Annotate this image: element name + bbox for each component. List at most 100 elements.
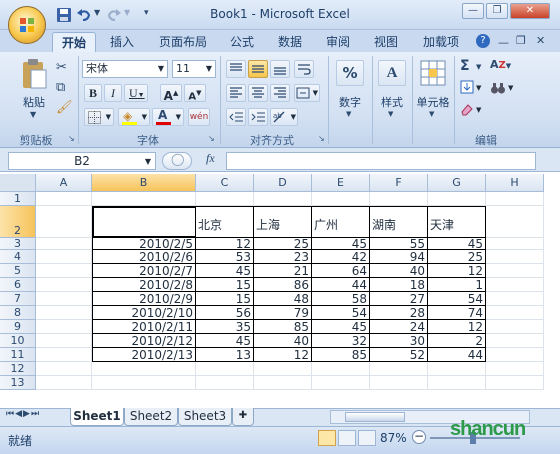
date-cell[interactable]: 2010/2/13	[92, 348, 196, 362]
value-cell[interactable]: 2	[428, 334, 486, 348]
shrink-font-button[interactable]: A▼	[184, 84, 206, 102]
tab-data[interactable]: 数据	[272, 32, 308, 52]
value-cell[interactable]: 13	[196, 348, 254, 362]
empty-cell[interactable]	[486, 278, 544, 292]
value-cell[interactable]: 15	[196, 292, 254, 306]
name-box[interactable]: B2 ▼	[8, 152, 156, 170]
value-cell[interactable]: 54	[312, 306, 370, 320]
tab-addins[interactable]: 加载项	[416, 32, 466, 52]
cut-icon[interactable]: ✂	[56, 60, 67, 75]
empty-cell[interactable]	[92, 376, 196, 390]
row-header-7[interactable]: 7	[0, 292, 36, 306]
empty-cell[interactable]	[36, 292, 92, 306]
value-cell[interactable]: 45	[312, 320, 370, 334]
value-cell[interactable]: 44	[312, 278, 370, 292]
value-cell[interactable]: 23	[254, 250, 312, 264]
value-cell[interactable]: 58	[312, 292, 370, 306]
date-cell[interactable]: 2010/2/6	[92, 250, 196, 264]
row-header-4[interactable]: 4	[0, 250, 36, 264]
selected-cell-b2[interactable]	[92, 206, 196, 238]
font-name-combo[interactable]: 宋体 ▼	[82, 60, 168, 78]
value-cell[interactable]: 42	[312, 250, 370, 264]
value-cell[interactable]: 52	[370, 348, 428, 362]
value-cell[interactable]: 45	[428, 238, 486, 250]
zoom-level[interactable]: 87%	[380, 431, 407, 445]
empty-cell[interactable]	[428, 192, 486, 206]
sort-filter-button[interactable]: AZ▼	[490, 58, 520, 76]
sheet-nav-icons[interactable]: ⏮◀▶⏭	[6, 409, 40, 419]
insert-sheet-icon[interactable]: ✚	[232, 408, 254, 426]
bold-button[interactable]: B	[84, 84, 102, 102]
phonetic-button[interactable]: wén	[188, 108, 210, 126]
empty-cell[interactable]	[254, 192, 312, 206]
value-cell[interactable]: 40	[370, 264, 428, 278]
empty-cell[interactable]	[486, 348, 544, 362]
empty-cell[interactable]	[486, 264, 544, 278]
value-cell[interactable]: 40	[254, 334, 312, 348]
row-header-12[interactable]: 12	[0, 362, 36, 376]
scroll-thumb[interactable]	[345, 412, 405, 422]
column-header-e[interactable]: E	[312, 174, 370, 192]
align-bottom-button[interactable]	[270, 60, 290, 78]
sheet-tab-sheet1[interactable]: Sheet1	[70, 408, 124, 426]
insert-function-button[interactable]: fx	[206, 151, 215, 166]
empty-cell[interactable]	[36, 376, 92, 390]
column-header-g[interactable]: G	[428, 174, 486, 192]
date-cell[interactable]: 2010/2/11	[92, 320, 196, 334]
find-select-button[interactable]: ▼	[490, 80, 520, 98]
font-launcher-icon[interactable]: ↘	[208, 134, 215, 143]
alignment-launcher-icon[interactable]: ↘	[318, 134, 325, 143]
tab-insert[interactable]: 插入	[104, 32, 140, 52]
close-button[interactable]: ✕	[510, 3, 550, 19]
empty-cell[interactable]	[196, 192, 254, 206]
decrease-indent-button[interactable]	[226, 108, 246, 126]
row-header-11[interactable]: 11	[0, 348, 36, 362]
row-header-5[interactable]: 5	[0, 264, 36, 278]
column-header-h[interactable]: H	[486, 174, 544, 192]
row-header-6[interactable]: 6	[0, 278, 36, 292]
empty-cell[interactable]	[486, 292, 544, 306]
empty-cell[interactable]	[36, 348, 92, 362]
value-cell[interactable]: 55	[370, 238, 428, 250]
fill-color-button[interactable]: ◈ ▼	[118, 108, 150, 126]
empty-cell[interactable]	[486, 334, 544, 348]
value-cell[interactable]: 28	[370, 306, 428, 320]
empty-cell[interactable]	[36, 362, 92, 376]
value-cell[interactable]: 53	[196, 250, 254, 264]
tab-formulas[interactable]: 公式	[224, 32, 260, 52]
empty-cell[interactable]	[486, 320, 544, 334]
empty-cell[interactable]	[36, 192, 92, 206]
ribbon-close-icon[interactable]: ✕	[536, 34, 545, 47]
row-header-8[interactable]: 8	[0, 306, 36, 320]
header-cell[interactable]: 天津	[428, 206, 486, 238]
paste-button[interactable]: 粘贴 ▼	[16, 58, 52, 120]
value-cell[interactable]: 12	[428, 264, 486, 278]
tab-review[interactable]: 审阅	[320, 32, 356, 52]
align-center-button[interactable]	[248, 84, 268, 102]
row-header-13[interactable]: 13	[0, 376, 36, 390]
number-format-button[interactable]: % 数字 ▼	[332, 58, 368, 128]
merge-center-button[interactable]: ▼	[294, 84, 320, 102]
wrap-text-button[interactable]	[294, 60, 314, 78]
value-cell[interactable]: 86	[254, 278, 312, 292]
normal-view-icon[interactable]	[318, 430, 336, 446]
maximize-button[interactable]: ❐	[486, 3, 508, 19]
font-size-combo[interactable]: 11 ▼	[172, 60, 216, 78]
value-cell[interactable]: 35	[196, 320, 254, 334]
cells-button[interactable]: 单元格 ▼	[414, 58, 452, 128]
tab-view[interactable]: 视图	[368, 32, 404, 52]
empty-cell[interactable]	[36, 250, 92, 264]
empty-cell[interactable]	[486, 250, 544, 264]
empty-cell[interactable]	[36, 320, 92, 334]
empty-cell[interactable]	[92, 362, 196, 376]
value-cell[interactable]: 27	[370, 292, 428, 306]
value-cell[interactable]: 74	[428, 306, 486, 320]
ribbon-restore-icon[interactable]: ❐	[516, 34, 526, 47]
empty-cell[interactable]	[36, 238, 92, 250]
spreadsheet-grid[interactable]: ABCDEFGH 1 2 3 4 5 6 7 8 9 10 11 12 13 北京 上海 广州 湖南 天津 201…	[0, 174, 560, 408]
value-cell[interactable]: 18	[370, 278, 428, 292]
align-left-button[interactable]	[226, 84, 246, 102]
value-cell[interactable]: 85	[254, 320, 312, 334]
empty-cell[interactable]	[486, 206, 544, 238]
formula-splitter[interactable]: ◯	[162, 152, 192, 170]
